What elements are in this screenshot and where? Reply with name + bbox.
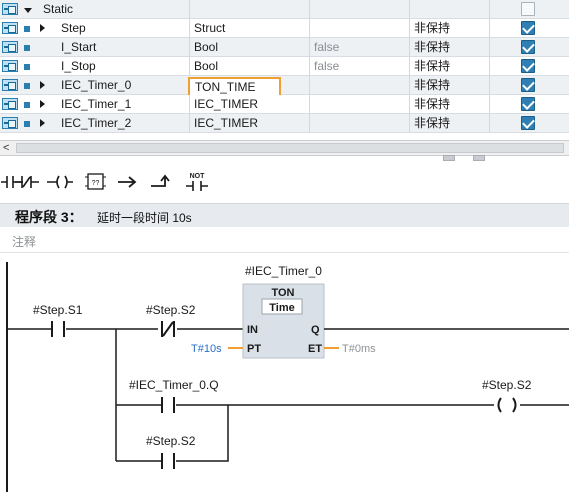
splitter-grip-icon[interactable] (473, 155, 485, 161)
variable-icon (2, 57, 20, 75)
table-row[interactable]: Step Struct 非保持 (0, 19, 569, 38)
var-name[interactable]: I_Start (61, 38, 186, 56)
var-checkbox[interactable] (521, 38, 539, 56)
normally-closed-contact-icon[interactable] (14, 168, 42, 196)
parallel-wire (116, 405, 229, 462)
var-name[interactable]: IEC_Timer_0 (61, 76, 186, 94)
close-branch-icon[interactable] (147, 168, 175, 196)
var-retain[interactable]: 非保持 (414, 57, 484, 75)
section-label: Static (43, 2, 74, 16)
timer-subtype[interactable]: Time (269, 302, 294, 314)
expand-down-icon[interactable] (24, 0, 36, 18)
expand-right-icon[interactable] (40, 76, 50, 94)
var-name[interactable]: I_Stop (61, 57, 186, 75)
contact-s2-nc[interactable] (161, 321, 175, 337)
var-checkbox[interactable] (521, 57, 539, 75)
variable-icon (2, 76, 20, 94)
member-marker-icon (24, 95, 32, 113)
coil-s2-label[interactable]: #Step.S2 (482, 378, 532, 392)
expand-right-icon[interactable] (40, 95, 50, 113)
scroll-left-icon[interactable]: < (3, 143, 13, 154)
empty-box-icon[interactable]: ?? (82, 168, 110, 196)
et-value[interactable]: T#0ms (342, 343, 376, 355)
type-edit-field[interactable]: TON_TIME (188, 77, 281, 97)
variable-icon (2, 0, 20, 18)
contact-s1[interactable] (51, 321, 65, 337)
member-marker-icon (24, 76, 32, 94)
pin-pt: PT (247, 343, 261, 355)
horizontal-scrollbar[interactable]: < (0, 140, 569, 156)
var-type[interactable]: Struct (194, 19, 304, 37)
not-label: NOT (190, 173, 206, 180)
timer-instance-label[interactable]: #IEC_Timer_0 (245, 264, 322, 278)
member-marker-icon (24, 19, 32, 37)
var-type[interactable]: Bool (194, 38, 304, 56)
member-marker-icon (24, 114, 32, 132)
ladder-diagram: #Step.S1 #Step.S2 #IEC_Timer_0 TON Time … (0, 253, 569, 492)
member-marker-icon (24, 57, 32, 75)
contact-s2-label[interactable]: #Step.S2 (146, 303, 196, 317)
checkbox-static[interactable] (521, 0, 539, 18)
variable-icon (2, 95, 20, 113)
splitter-handle[interactable] (440, 155, 500, 163)
contact-s1-label[interactable]: #Step.S1 (33, 303, 83, 317)
var-name[interactable]: IEC_Timer_1 (61, 95, 186, 113)
invert-rlo-icon[interactable]: NOT (184, 168, 212, 196)
var-retain[interactable]: 非保持 (414, 95, 484, 113)
empty-box-label: ?? (92, 180, 100, 187)
pt-value[interactable]: T#10s (191, 343, 222, 355)
table-row[interactable]: I_Start Bool false 非保持 (0, 38, 569, 57)
var-type[interactable]: IEC_TIMER (194, 95, 304, 113)
var-type[interactable]: Bool (194, 57, 304, 75)
expand-right-icon[interactable] (40, 19, 50, 37)
pin-in: IN (247, 324, 258, 336)
var-default[interactable] (314, 19, 404, 37)
var-default[interactable]: false (314, 57, 404, 75)
splitter-grip-icon[interactable] (443, 155, 455, 161)
table-row[interactable]: IEC_Timer_2 IEC_TIMER 非保持 (0, 114, 569, 133)
comment-placeholder[interactable]: 注释 (12, 233, 36, 250)
table-row[interactable]: IEC_Timer_0 非保持 (0, 76, 569, 95)
open-branch-icon[interactable] (114, 168, 142, 196)
contact-s2-parallel[interactable] (161, 453, 175, 469)
table-row-static[interactable]: Static (0, 0, 569, 19)
network-header[interactable]: 程序段 3： 延时一段时间 10s (0, 203, 569, 227)
expand-right-icon[interactable] (40, 114, 50, 132)
var-checkbox[interactable] (521, 76, 539, 94)
var-retain[interactable]: 非保持 (414, 19, 484, 37)
variable-icon (2, 114, 20, 132)
var-type[interactable]: IEC_TIMER (194, 114, 304, 132)
var-default[interactable]: false (314, 38, 404, 56)
variable-table: Static Step Struct 非保持 I_Start Bool fals… (0, 0, 569, 140)
contact-timer-q[interactable] (161, 397, 175, 413)
var-default[interactable] (314, 76, 404, 94)
var-name[interactable]: Step (61, 19, 186, 37)
contact-s2-parallel-label[interactable]: #Step.S2 (146, 434, 196, 448)
member-marker-icon (24, 38, 32, 56)
lad-toolbar: ?? NOT (0, 164, 569, 200)
var-retain[interactable]: 非保持 (414, 38, 484, 56)
network-title: 程序段 3： (15, 209, 83, 225)
var-name[interactable]: IEC_Timer_2 (61, 114, 186, 132)
pin-et: ET (308, 343, 322, 355)
var-retain[interactable]: 非保持 (414, 114, 484, 132)
coil-icon[interactable] (47, 168, 75, 196)
table-row[interactable]: I_Stop Bool false 非保持 (0, 57, 569, 76)
pin-q: Q (311, 324, 320, 336)
coil-s2[interactable] (497, 397, 517, 413)
var-checkbox[interactable] (521, 114, 539, 132)
variable-icon (2, 38, 20, 56)
network-subtitle[interactable]: 延时一段时间 10s (97, 209, 192, 226)
var-checkbox[interactable] (521, 19, 539, 37)
table-row-partial (0, 133, 569, 140)
scrollbar-thumb[interactable] (16, 143, 564, 153)
var-checkbox[interactable] (521, 95, 539, 113)
timer-type: TON (271, 287, 294, 299)
contact-timer-q-label[interactable]: #IEC_Timer_0.Q (129, 378, 219, 392)
var-retain[interactable]: 非保持 (414, 76, 484, 94)
variable-icon (2, 19, 20, 37)
table-row[interactable]: IEC_Timer_1 IEC_TIMER 非保持 (0, 95, 569, 114)
network-comment[interactable]: 注释 (0, 227, 569, 253)
